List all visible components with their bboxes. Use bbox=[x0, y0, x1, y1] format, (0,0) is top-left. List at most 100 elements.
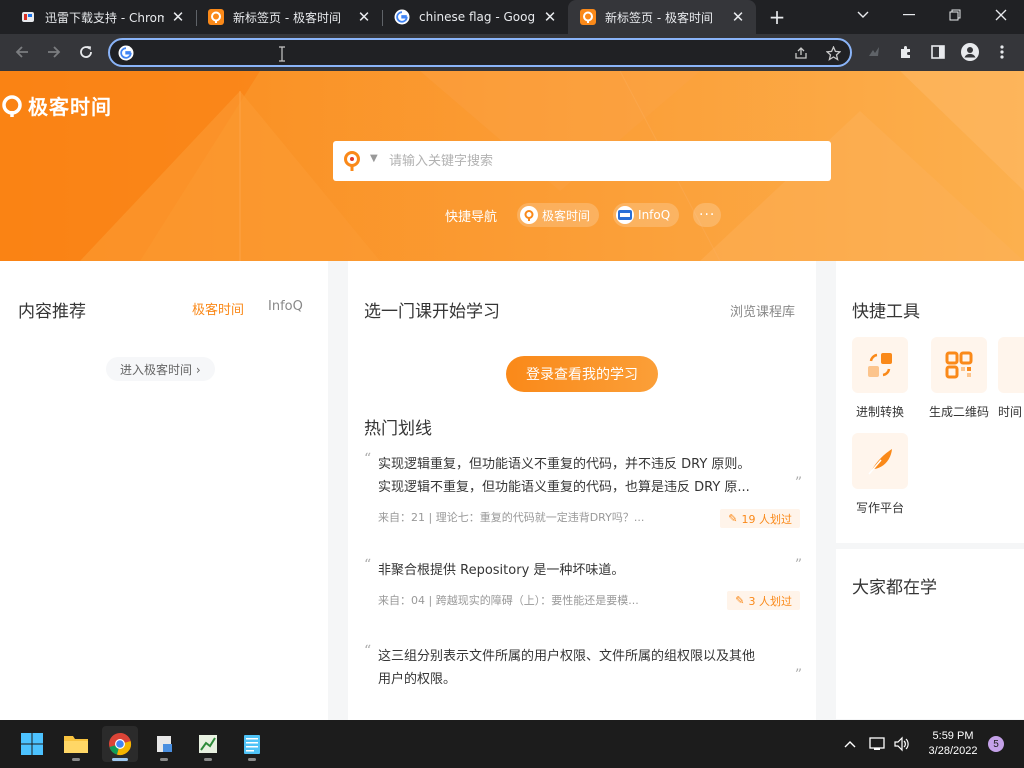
tool-writing[interactable]: 写作平台 bbox=[840, 433, 920, 516]
reload-icon bbox=[80, 46, 92, 58]
tab-infoq[interactable]: InfoQ bbox=[268, 299, 303, 314]
reload-button[interactable] bbox=[72, 38, 100, 66]
address-bar[interactable] bbox=[108, 38, 852, 67]
close-window-button[interactable] bbox=[978, 0, 1024, 30]
open-quote-icon: “ bbox=[364, 557, 372, 573]
enter-geektime-button[interactable]: 进入极客时间 › bbox=[106, 357, 215, 381]
taskbar-app[interactable] bbox=[146, 726, 182, 762]
geektime-search-engine-icon[interactable] bbox=[342, 150, 362, 172]
learning-card: 选一门课开始学习 浏览课程库 登录查看我的学习 热门划线 “ 实现逻辑重复，但功… bbox=[348, 261, 816, 720]
close-tab-icon[interactable]: ✕ bbox=[730, 8, 746, 26]
search-input[interactable] bbox=[389, 141, 809, 181]
running-indicator bbox=[72, 758, 80, 761]
browser-tab[interactable]: 迅雷下载支持 - Chrome ✕ bbox=[0, 0, 196, 34]
taskbar-notepad[interactable] bbox=[234, 726, 270, 762]
text-cursor-icon bbox=[278, 46, 286, 62]
tab-title: chinese flag - Google S bbox=[419, 10, 536, 24]
highlight-item[interactable]: “ 非聚合根提供 Repository 是一种坏味道。 ” 来自：04 | 跨越… bbox=[364, 557, 802, 611]
open-quote-icon: “ bbox=[364, 643, 372, 659]
notepad-icon bbox=[244, 735, 260, 754]
highlight-item[interactable]: “ 这三组分别表示文件所属的用户权限、文件所属的组权限以及其他 用户的权限。 ” bbox=[364, 643, 802, 697]
clock-date: 3/28/2022 bbox=[928, 745, 978, 757]
running-indicator bbox=[204, 758, 212, 761]
extension-button[interactable] bbox=[860, 38, 888, 66]
restore-button[interactable] bbox=[932, 0, 978, 30]
open-quote-icon: “ bbox=[364, 451, 372, 467]
close-tab-icon[interactable]: ✕ bbox=[542, 8, 558, 26]
active-indicator bbox=[112, 758, 128, 761]
tab-title: 新标签页 - 极客时间 bbox=[233, 10, 341, 25]
minimize-button[interactable] bbox=[886, 0, 932, 30]
folder-icon bbox=[64, 736, 88, 753]
highlight-item[interactable]: “ 实现逻辑重复，但功能语义不重复的代码，并不违反 DRY 原则。 实现逻辑不重… bbox=[364, 451, 802, 533]
side-panel-button[interactable] bbox=[924, 38, 952, 66]
quick-nav-more-button[interactable]: ··· bbox=[693, 203, 722, 227]
chevron-up-icon bbox=[844, 741, 856, 748]
highlight-count: 19 人划过 bbox=[741, 512, 793, 526]
notification-badge[interactable]: 5 bbox=[988, 736, 1004, 752]
login-view-learning-button[interactable]: 登录查看我的学习 bbox=[506, 356, 658, 392]
browser-tab[interactable]: 新标签页 - 极客时间 ✕ bbox=[196, 0, 382, 34]
network-button[interactable] bbox=[868, 734, 888, 754]
taskbar-app[interactable] bbox=[190, 726, 226, 762]
tool-time[interactable]: 时间 bbox=[998, 337, 1024, 420]
puzzle-icon bbox=[901, 46, 910, 58]
quick-nav-item-label: InfoQ bbox=[638, 208, 671, 222]
menu-button[interactable] bbox=[988, 38, 1016, 66]
highlight-line: 用户的权限。 bbox=[378, 672, 457, 687]
taskbar-chrome[interactable] bbox=[102, 726, 138, 762]
bookmark-star-icon[interactable] bbox=[825, 45, 841, 61]
file-manager-icon bbox=[157, 736, 172, 752]
tab-strip: 迅雷下载支持 - Chrome ✕ 新标签页 - 极客时间 ✕ chinese … bbox=[0, 0, 1024, 34]
windows-taskbar: 5:59 PM 3/28/2022 bbox=[0, 720, 1024, 768]
back-arrow-icon bbox=[15, 46, 28, 58]
close-quote-icon: ” bbox=[794, 475, 802, 491]
quick-nav: 快捷导航 极客时间 InfoQ ··· bbox=[445, 203, 722, 227]
engine-dropdown-icon[interactable]: ▼ bbox=[370, 153, 378, 164]
search-box[interactable]: ▼ bbox=[333, 141, 831, 181]
volume-button[interactable] bbox=[892, 734, 912, 754]
tab-geektime[interactable]: 极客时间 bbox=[192, 299, 244, 318]
start-button[interactable] bbox=[14, 726, 50, 762]
share-icon[interactable] bbox=[793, 45, 809, 61]
tab-search-button[interactable] bbox=[840, 0, 886, 30]
profile-button[interactable] bbox=[956, 38, 984, 66]
quick-nav-geektime[interactable]: 极客时间 bbox=[517, 203, 600, 227]
new-tab-button[interactable]: + bbox=[765, 5, 789, 29]
hot-highlights-title: 热门划线 bbox=[364, 419, 432, 439]
close-tab-icon[interactable]: ✕ bbox=[356, 8, 372, 26]
geektime-logo-icon bbox=[2, 94, 22, 117]
geektime-icon bbox=[208, 9, 224, 25]
chrome-icon bbox=[109, 733, 132, 756]
page-content: 极客时间 ▼ 快捷导航 极客时间 InfoQ ··· bbox=[0, 71, 1024, 720]
browser-tab[interactable]: chinese flag - Google S ✕ bbox=[382, 0, 568, 34]
extensions-button[interactable] bbox=[892, 38, 920, 66]
quick-nav-label: 快捷导航 bbox=[445, 209, 498, 225]
close-icon bbox=[995, 9, 1007, 21]
network-icon bbox=[869, 737, 885, 750]
browse-courses-link[interactable]: 浏览课程库 bbox=[730, 301, 795, 320]
highlight-count: 3 人划过 bbox=[748, 594, 793, 608]
google-icon bbox=[394, 9, 410, 25]
quick-nav-infoq[interactable]: InfoQ bbox=[613, 203, 680, 227]
more-horizontal-icon: ··· bbox=[699, 207, 716, 223]
browser-tab-active[interactable]: 新标签页 - 极客时间 ✕ bbox=[568, 0, 756, 34]
feather-icon bbox=[852, 433, 908, 489]
close-tab-icon[interactable]: ✕ bbox=[170, 8, 186, 26]
xunlei-icon bbox=[20, 9, 36, 25]
taskbar-file-explorer[interactable] bbox=[58, 726, 94, 762]
tab-title: 迅雷下载支持 - Chrome bbox=[45, 10, 164, 25]
geektime-logo[interactable]: 极客时间 bbox=[0, 91, 112, 120]
logo-text: 极客时间 bbox=[28, 95, 112, 119]
system-clock[interactable]: 5:59 PM 3/28/2022 bbox=[920, 729, 986, 759]
tab-title: 新标签页 - 极客时间 bbox=[605, 10, 713, 25]
infoq-icon bbox=[616, 206, 635, 224]
highlight-count-badge: ✎ 3 人划过 bbox=[727, 591, 800, 610]
extension-bird-icon bbox=[869, 47, 879, 56]
recommend-title: 内容推荐 bbox=[18, 302, 86, 322]
show-hidden-icons-button[interactable] bbox=[840, 734, 860, 754]
back-button[interactable] bbox=[8, 38, 36, 66]
tool-qrcode[interactable]: 生成二维码 bbox=[919, 337, 999, 420]
forward-button[interactable] bbox=[40, 38, 68, 66]
tool-base-convert[interactable]: 进制转换 bbox=[840, 337, 920, 420]
